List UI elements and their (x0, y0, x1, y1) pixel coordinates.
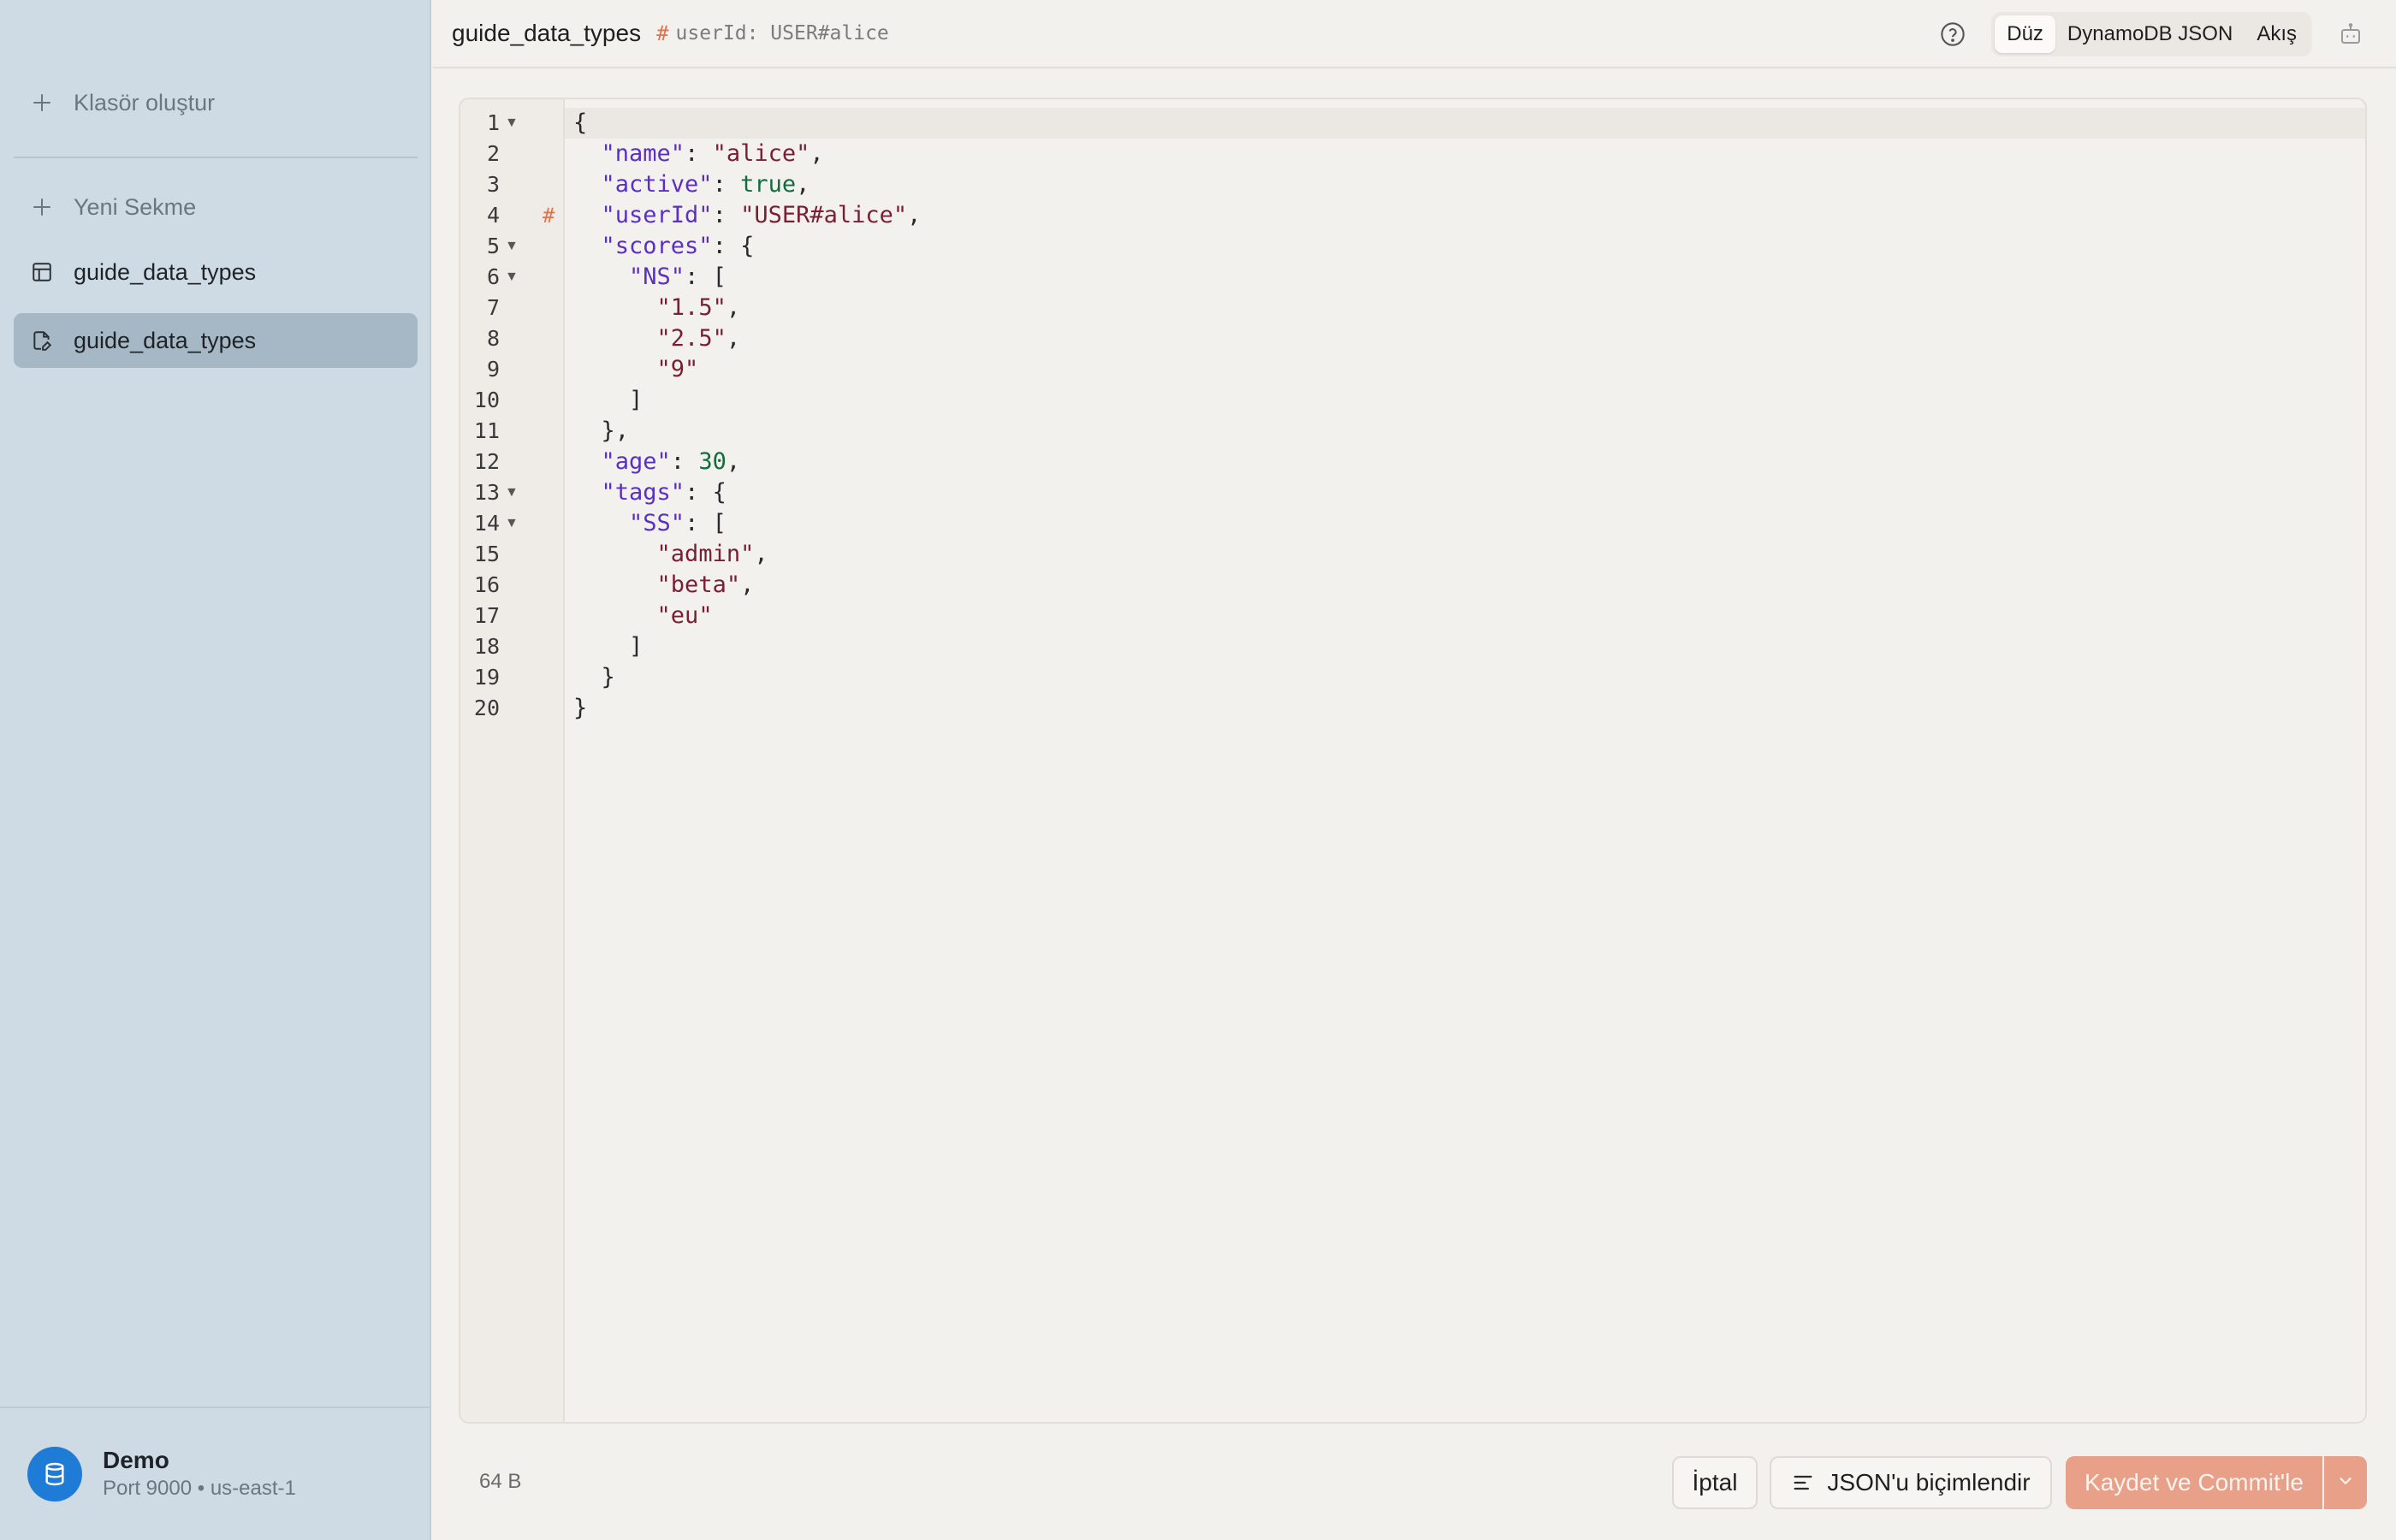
line-number: 6 (486, 264, 500, 289)
view-mode-flow[interactable]: Akış (2245, 15, 2309, 53)
plus-icon (29, 90, 55, 116)
code-line: "active": true, (601, 171, 810, 198)
line-number: 16 (473, 572, 500, 597)
code-line: "SS": [ (629, 510, 727, 536)
code-line: "1.5", (656, 294, 741, 321)
cancel-button[interactable]: İptal (1672, 1456, 1758, 1509)
new-tab-button[interactable]: Yeni Sekme (14, 180, 418, 234)
help-icon[interactable] (1938, 20, 1967, 49)
code-line: { (573, 110, 588, 136)
code-line: } (573, 695, 588, 721)
fold-toggle-icon[interactable]: ▼ (505, 508, 519, 539)
line-number: 5 (486, 234, 500, 258)
code-line: "name": "alice", (601, 140, 824, 167)
cancel-label: İptal (1692, 1469, 1738, 1496)
connection-info[interactable]: Demo Port 9000 • us-east-1 (27, 1446, 296, 1502)
line-number: 17 (473, 603, 500, 628)
item-key-label: userId: USER#alice (675, 22, 889, 44)
sidebar-item-label: guide_data_types (74, 258, 257, 285)
line-number: 20 (473, 696, 500, 720)
line-number: 14 (473, 511, 500, 536)
key-hash-icon: # (656, 21, 669, 45)
line-number: 9 (486, 357, 500, 382)
line-number: 7 (486, 295, 500, 320)
line-number: 3 (486, 172, 500, 197)
database-icon (27, 1447, 82, 1502)
line-number: 10 (473, 388, 500, 412)
code-line: "age": 30, (601, 448, 741, 475)
line-number: 4 (486, 203, 500, 228)
document-edit-icon (29, 328, 55, 353)
plus-icon (29, 194, 55, 220)
save-options-dropdown[interactable] (2324, 1456, 2367, 1509)
line-number: 11 (473, 418, 500, 443)
code-line: ] (629, 387, 643, 413)
view-mode-plain[interactable]: Düz (1995, 15, 2055, 53)
active-line-highlight (565, 108, 2365, 139)
sidebar-divider (14, 157, 418, 158)
sidebar-item-document[interactable]: guide_data_types (14, 313, 418, 368)
fold-toggle-icon[interactable]: ▼ (505, 108, 519, 139)
connection-name: Demo (103, 1447, 169, 1473)
code-line: "userId": "USER#alice", (601, 202, 922, 228)
save-and-commit-button[interactable]: Kaydet ve Commit'le (2066, 1456, 2322, 1509)
line-number: 1 (486, 110, 500, 135)
format-json-button[interactable]: JSON'u biçimlendir (1770, 1456, 2052, 1509)
line-number: 12 (473, 449, 500, 474)
item-size: 64 B (479, 1470, 522, 1493)
editor-header: guide_data_types # userId: USER#alice Dü… (433, 0, 2396, 68)
partition-key-marker: # (543, 204, 555, 228)
view-mode-dynamodb-json[interactable]: DynamoDB JSON (2055, 15, 2245, 53)
sidebar: Klasör oluştur Yeni Sekme guide_data_typ… (0, 0, 431, 1540)
line-number: 18 (473, 634, 500, 659)
sidebar-footer-divider (0, 1407, 431, 1408)
line-number: 19 (473, 665, 500, 690)
code-line: "NS": [ (629, 264, 727, 290)
format-json-label: JSON'u biçimlendir (1827, 1469, 2031, 1496)
json-editor[interactable]: 1 2 3 4 5 6 7 8 9 10 11 12 13 14 15 16 1… (459, 98, 2367, 1424)
view-mode-switch: Düz DynamoDB JSON Akış (1991, 12, 2312, 56)
connection-detail: Port 9000 • us-east-1 (103, 1477, 296, 1500)
line-number: 15 (473, 542, 500, 566)
code-line: ] (629, 633, 643, 660)
sidebar-item-label: guide_data_types (74, 327, 257, 353)
new-tab-label: Yeni Sekme (74, 193, 197, 220)
fold-toggle-icon[interactable]: ▼ (505, 231, 519, 262)
code-line: "beta", (656, 572, 755, 598)
code-line: "eu" (656, 602, 713, 629)
align-left-icon (1791, 1471, 1815, 1495)
table-icon (29, 259, 55, 285)
fold-toggle-icon[interactable]: ▼ (505, 477, 519, 508)
code-line: "tags": { (601, 479, 727, 506)
line-number: 2 (486, 141, 500, 166)
page-title: guide_data_types (452, 20, 642, 46)
create-folder-button[interactable]: Klasör oluştur (14, 75, 418, 130)
sidebar-item-table[interactable]: guide_data_types (14, 245, 418, 299)
bot-icon[interactable] (2336, 20, 2365, 49)
fold-toggle-icon[interactable]: ▼ (505, 262, 519, 293)
chevron-down-icon (2336, 1472, 2355, 1495)
line-number: 13 (473, 480, 500, 505)
code-line: "scores": { (601, 233, 755, 259)
code-line: "admin", (656, 541, 768, 567)
code-line: "9" (656, 356, 699, 382)
code-line: "2.5", (656, 325, 741, 352)
code-line: } (601, 664, 615, 690)
create-folder-label: Klasör oluştur (74, 89, 216, 116)
save-and-commit-label: Kaydet ve Commit'le (2085, 1469, 2304, 1496)
line-number: 8 (486, 326, 500, 351)
code-line: }, (601, 418, 630, 444)
